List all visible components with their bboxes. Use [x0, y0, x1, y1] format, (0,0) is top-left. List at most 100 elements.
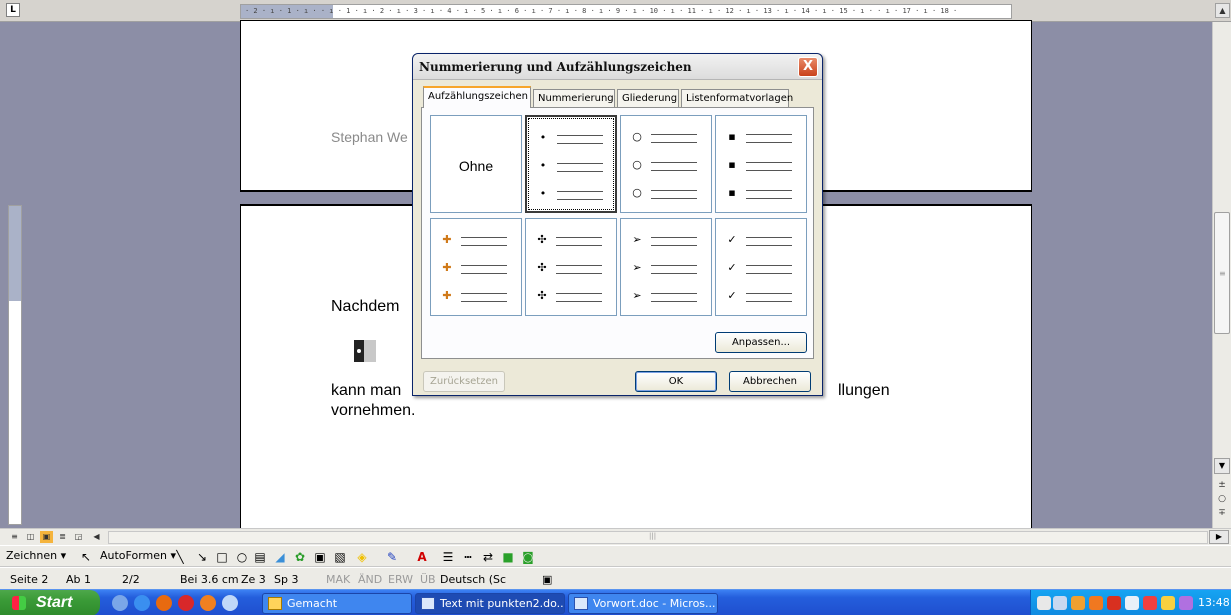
bullet-preview-row: • [537, 159, 607, 179]
bullet-symbol-icon: ✣ [537, 233, 547, 246]
task-text-mit-punkten[interactable]: Text mit punkten2.do... [415, 593, 565, 614]
bullet-preview-row: ▪ [726, 158, 796, 178]
show-desktop-icon[interactable] [112, 595, 128, 611]
clock[interactable]: 13:48 [1198, 596, 1230, 609]
wordart-icon[interactable]: ◢ [272, 549, 288, 565]
tab-bullets[interactable]: Aufzählungszeichen [423, 86, 531, 108]
outline-view-icon[interactable]: ≣ [56, 531, 69, 543]
customize-button[interactable]: Anpassen... [715, 332, 807, 353]
tab-outline[interactable]: Gliederung [617, 89, 679, 107]
bullet-option-checkmark[interactable]: ✓ ✓ ✓ [715, 218, 807, 316]
status-overtype[interactable]: ÜB [420, 573, 436, 586]
textbox-icon[interactable]: ▤ [252, 549, 268, 565]
select-objects-icon[interactable]: ↖ [78, 549, 94, 565]
bullet-option-arrow[interactable]: ➢ ➢ ➢ [620, 218, 712, 316]
preview-line [461, 237, 507, 238]
dialog-title-bar[interactable]: Nummerierung und Aufzählungszeichen X [413, 54, 822, 80]
fill-color-icon[interactable]: ◈ [354, 549, 370, 565]
tab-numbering[interactable]: Nummerierung [533, 89, 615, 107]
line-color-icon[interactable]: ✎ [384, 549, 400, 565]
preview-line [556, 293, 602, 294]
line-icon[interactable]: ╲ [172, 549, 188, 565]
bullet-symbol-icon: ✓ [727, 289, 737, 302]
tab-list-styles[interactable]: Listenformatvorlagen [681, 89, 793, 107]
task-gemacht[interactable]: Gemacht [262, 593, 412, 614]
bullet-option-filled-dot[interactable]: • • • [525, 115, 617, 213]
scroll-down-button[interactable]: ▼ [1214, 458, 1230, 474]
spellcheck-icon[interactable]: ▣ [542, 573, 552, 586]
tray-network-icon[interactable] [1125, 596, 1139, 610]
scroll-left-button[interactable]: ◀ [90, 531, 103, 543]
preview-line [746, 198, 792, 199]
status-macro-record[interactable]: MAK [326, 573, 350, 586]
browse-object-icon[interactable]: ○ [1214, 492, 1230, 506]
status-extend[interactable]: ERW [388, 573, 413, 586]
arrow-style-icon[interactable]: ⇄ [480, 549, 496, 565]
quicklaunch-icon[interactable] [222, 595, 238, 611]
horizontal-ruler[interactable]: · 2 · ı · 1 · ı · · ı · 1 · ı · 2 · ı · … [240, 4, 1012, 19]
bullet-option-hollow-circle[interactable]: ○ ○ ○ [620, 115, 712, 213]
cancel-button[interactable]: Abbrechen [729, 371, 811, 392]
bullet-option-none[interactable]: Ohne [430, 115, 522, 213]
reading-view-icon[interactable]: ◲ [72, 531, 85, 543]
bullet-symbol-icon: ➢ [632, 233, 642, 246]
tray-app-icon[interactable] [1179, 596, 1193, 610]
ok-button[interactable]: OK [635, 371, 717, 392]
next-page-icon[interactable]: ∓ [1214, 506, 1230, 520]
bullet-symbol-icon: ○ [632, 186, 642, 199]
preview-line [651, 198, 697, 199]
print-view-icon[interactable]: ▣ [40, 531, 53, 543]
rectangle-icon[interactable]: □ [214, 549, 230, 565]
status-page[interactable]: Seite 2 [10, 573, 48, 586]
bullet-symbol-icon: ➢ [632, 261, 642, 274]
media-player-icon[interactable] [200, 595, 216, 611]
bullet-symbol-icon: ✚ [442, 289, 452, 302]
tray-app-icon[interactable] [1143, 596, 1157, 610]
preview-line [746, 273, 792, 274]
arrow-icon[interactable]: ↘ [194, 549, 210, 565]
status-language[interactable]: Deutsch (Sc [440, 573, 506, 586]
3d-icon[interactable]: ◙ [520, 549, 536, 565]
scrollbar-thumb[interactable]: ≡ [1214, 212, 1230, 334]
tab-selector-button[interactable]: L [6, 3, 20, 17]
bullet-option-cross[interactable]: ✚ ✚ ✚ [430, 218, 522, 316]
firefox-icon[interactable] [156, 595, 172, 611]
dash-style-icon[interactable]: ┅ [460, 549, 476, 565]
preview-line [651, 142, 697, 143]
internet-explorer-icon[interactable] [134, 595, 150, 611]
start-button[interactable]: Start [0, 590, 100, 615]
status-track-changes[interactable]: ÄND [358, 573, 382, 586]
normal-view-icon[interactable]: ≡ [8, 531, 21, 543]
scroll-up-button[interactable]: ▲ [1215, 3, 1230, 18]
line-style-icon[interactable]: ☰ [440, 549, 456, 565]
tray-app-icon[interactable] [1161, 596, 1175, 610]
tray-antivirus-icon[interactable] [1107, 596, 1121, 610]
bullet-option-diamond-dots[interactable]: ✣ ✣ ✣ [525, 218, 617, 316]
reset-button[interactable]: Zurücksetzen [423, 371, 505, 392]
task-vorwort[interactable]: Vorwort.doc - Micros... [568, 593, 718, 614]
tray-app-icon[interactable] [1089, 596, 1103, 610]
preview-line [556, 265, 602, 266]
bullet-preview-row: ➢ [631, 261, 701, 281]
bullet-symbol-icon: ▪ [728, 186, 736, 199]
opera-icon[interactable] [178, 595, 194, 611]
web-view-icon[interactable]: ◫ [24, 531, 37, 543]
tray-arrow-icon[interactable] [1053, 596, 1067, 610]
shadow-icon[interactable]: ■ [500, 549, 516, 565]
vertical-scrollbar[interactable]: ≡ ▼ ± ○ ∓ [1212, 22, 1231, 528]
vertical-ruler[interactable] [8, 205, 22, 525]
close-icon[interactable]: X [798, 57, 818, 77]
diagram-icon[interactable]: ✿ [292, 549, 308, 565]
autoshapes-menu[interactable]: AutoFormen ▾ [100, 549, 176, 562]
draw-menu[interactable]: Zeichnen ▾ [6, 549, 66, 562]
previous-page-icon[interactable]: ± [1214, 478, 1230, 492]
font-color-icon[interactable]: A [414, 549, 430, 565]
horizontal-scrollbar[interactable]: ||| [108, 531, 1208, 544]
tray-app-icon[interactable] [1071, 596, 1085, 610]
picture-icon[interactable]: ▧ [332, 549, 348, 565]
bullet-option-square[interactable]: ▪ ▪ ▪ [715, 115, 807, 213]
scroll-right-button[interactable]: ▶ [1209, 530, 1229, 544]
oval-icon[interactable]: ○ [234, 549, 250, 565]
clipart-icon[interactable]: ▣ [312, 549, 328, 565]
help-icon[interactable] [1037, 596, 1051, 610]
